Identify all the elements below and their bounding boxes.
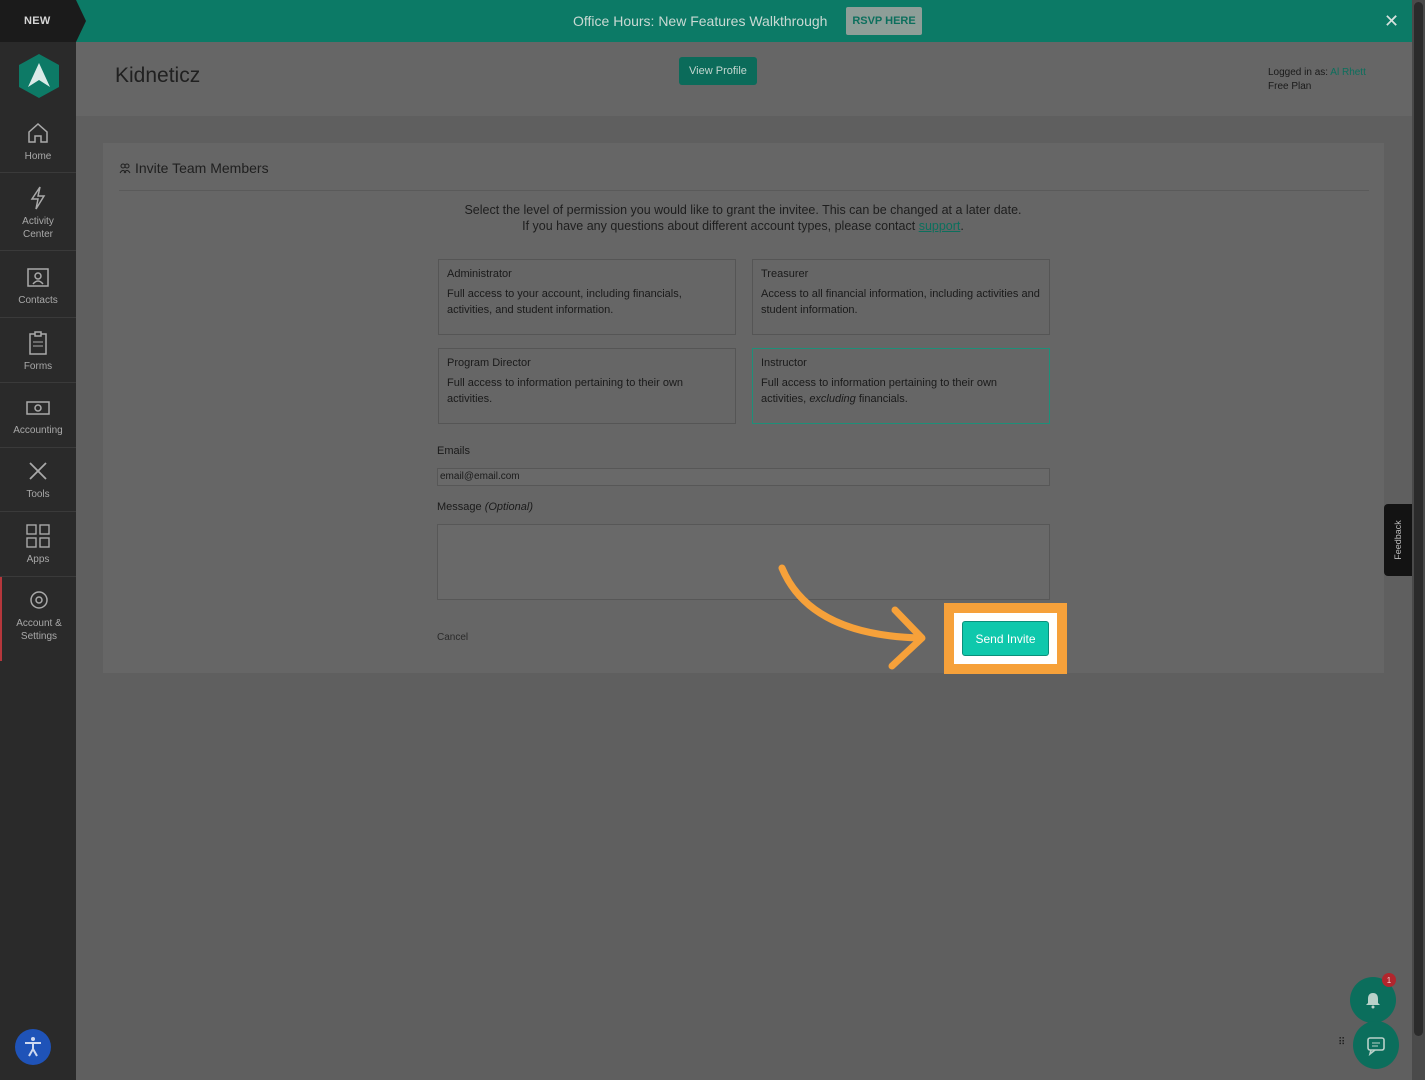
- scrollbar[interactable]: [1412, 0, 1425, 1080]
- user-name-link[interactable]: Al Rhett: [1330, 67, 1366, 78]
- logged-in-label: Logged in as:: [1268, 67, 1329, 78]
- feedback-tab[interactable]: Feedback: [1384, 504, 1412, 576]
- message-field[interactable]: [437, 524, 1050, 600]
- invite-card: Invite Team Members Select the level of …: [103, 143, 1384, 673]
- money-icon: [26, 401, 50, 415]
- sidebar-item-apps[interactable]: Apps: [0, 523, 76, 566]
- role-option-treasurer[interactable]: Treasurer Access to all financial inform…: [752, 259, 1050, 335]
- contacts-icon: [27, 268, 49, 287]
- page-header: Kidneticz View Profile Logged in as: Al …: [76, 42, 1412, 116]
- logo[interactable]: [19, 54, 59, 98]
- sidebar-item-label: Home: [24, 151, 52, 162]
- chat-button[interactable]: [1353, 1021, 1399, 1069]
- sidebar: Home Activity Center Contacts Forms Acco…: [0, 42, 76, 1080]
- sidebar-item-forms[interactable]: Forms: [0, 330, 76, 373]
- sidebar-item-account-settings[interactable]: Account & Settings: [0, 577, 76, 661]
- role-option-instructor[interactable]: Instructor Full access to information pe…: [752, 348, 1050, 424]
- sidebar-item-label: Contacts: [18, 295, 58, 306]
- sidebar-item-label: Forms: [23, 361, 53, 372]
- intro-text: Select the level of permission you would…: [464, 203, 1022, 233]
- arrow-annotation: [778, 564, 926, 670]
- new-badge: NEW: [0, 0, 86, 42]
- role-option-program-director[interactable]: Program Director Full access to informat…: [438, 348, 736, 424]
- close-icon[interactable]: ✕: [1384, 11, 1399, 31]
- sidebar-item-label: Accounting: [13, 425, 63, 436]
- apps-grid-icon: [26, 524, 50, 548]
- sidebar-item-activity-center[interactable]: Activity Center: [0, 185, 76, 241]
- sidebar-item-label: Activity Center: [22, 216, 54, 240]
- sidebar-item-label: Apps: [26, 554, 50, 565]
- gear-icon: [30, 591, 48, 609]
- clipboard-icon: [29, 331, 47, 355]
- chat-icon: [1367, 1037, 1385, 1056]
- sidebar-item-tools[interactable]: Tools: [0, 458, 76, 501]
- plan-label: Free Plan: [1268, 81, 1312, 92]
- home-icon: [28, 122, 48, 143]
- banner-text: Office Hours: New Features Walkthrough: [573, 13, 828, 29]
- scrollbar-thumb[interactable]: [1414, 2, 1423, 1036]
- view-profile-button[interactable]: View Profile: [679, 57, 757, 85]
- divider: [119, 190, 1369, 191]
- emails-field[interactable]: email@email.com: [437, 468, 1050, 486]
- tools-icon: [29, 462, 47, 480]
- notification-badge: 1: [1382, 973, 1396, 987]
- bell-icon: [1366, 993, 1380, 1009]
- cancel-button[interactable]: Cancel: [437, 632, 468, 643]
- sidebar-item-label: Tools: [26, 489, 50, 500]
- logged-in-info: Logged in as: Al Rhett Free Plan: [1268, 66, 1366, 94]
- sidebar-item-accounting[interactable]: Accounting: [0, 394, 76, 437]
- message-label: Message (Optional): [437, 501, 533, 513]
- role-option-administrator[interactable]: Administrator Full access to your accoun…: [438, 259, 736, 335]
- page-title: Kidneticz: [115, 64, 201, 87]
- drag-handle-icon[interactable]: ⠿: [1338, 1038, 1348, 1054]
- sidebar-item-contacts[interactable]: Contacts: [0, 264, 76, 307]
- emails-label: Emails: [437, 445, 471, 457]
- send-invite-button[interactable]: Send Invite: [962, 621, 1049, 656]
- sidebar-item-label: Account & Settings: [16, 618, 62, 642]
- accessibility-icon: [25, 1037, 41, 1057]
- team-icon: [119, 163, 131, 174]
- accessibility-button[interactable]: [15, 1029, 51, 1065]
- card-title: Invite Team Members: [119, 160, 269, 176]
- announcement-banner: NEW Office Hours: New Features Walkthrou…: [0, 0, 1412, 42]
- rsvp-button[interactable]: RSVP HERE: [846, 7, 922, 35]
- lightning-icon: [30, 186, 46, 210]
- support-link[interactable]: support: [919, 219, 961, 233]
- sidebar-item-home[interactable]: Home: [0, 120, 76, 163]
